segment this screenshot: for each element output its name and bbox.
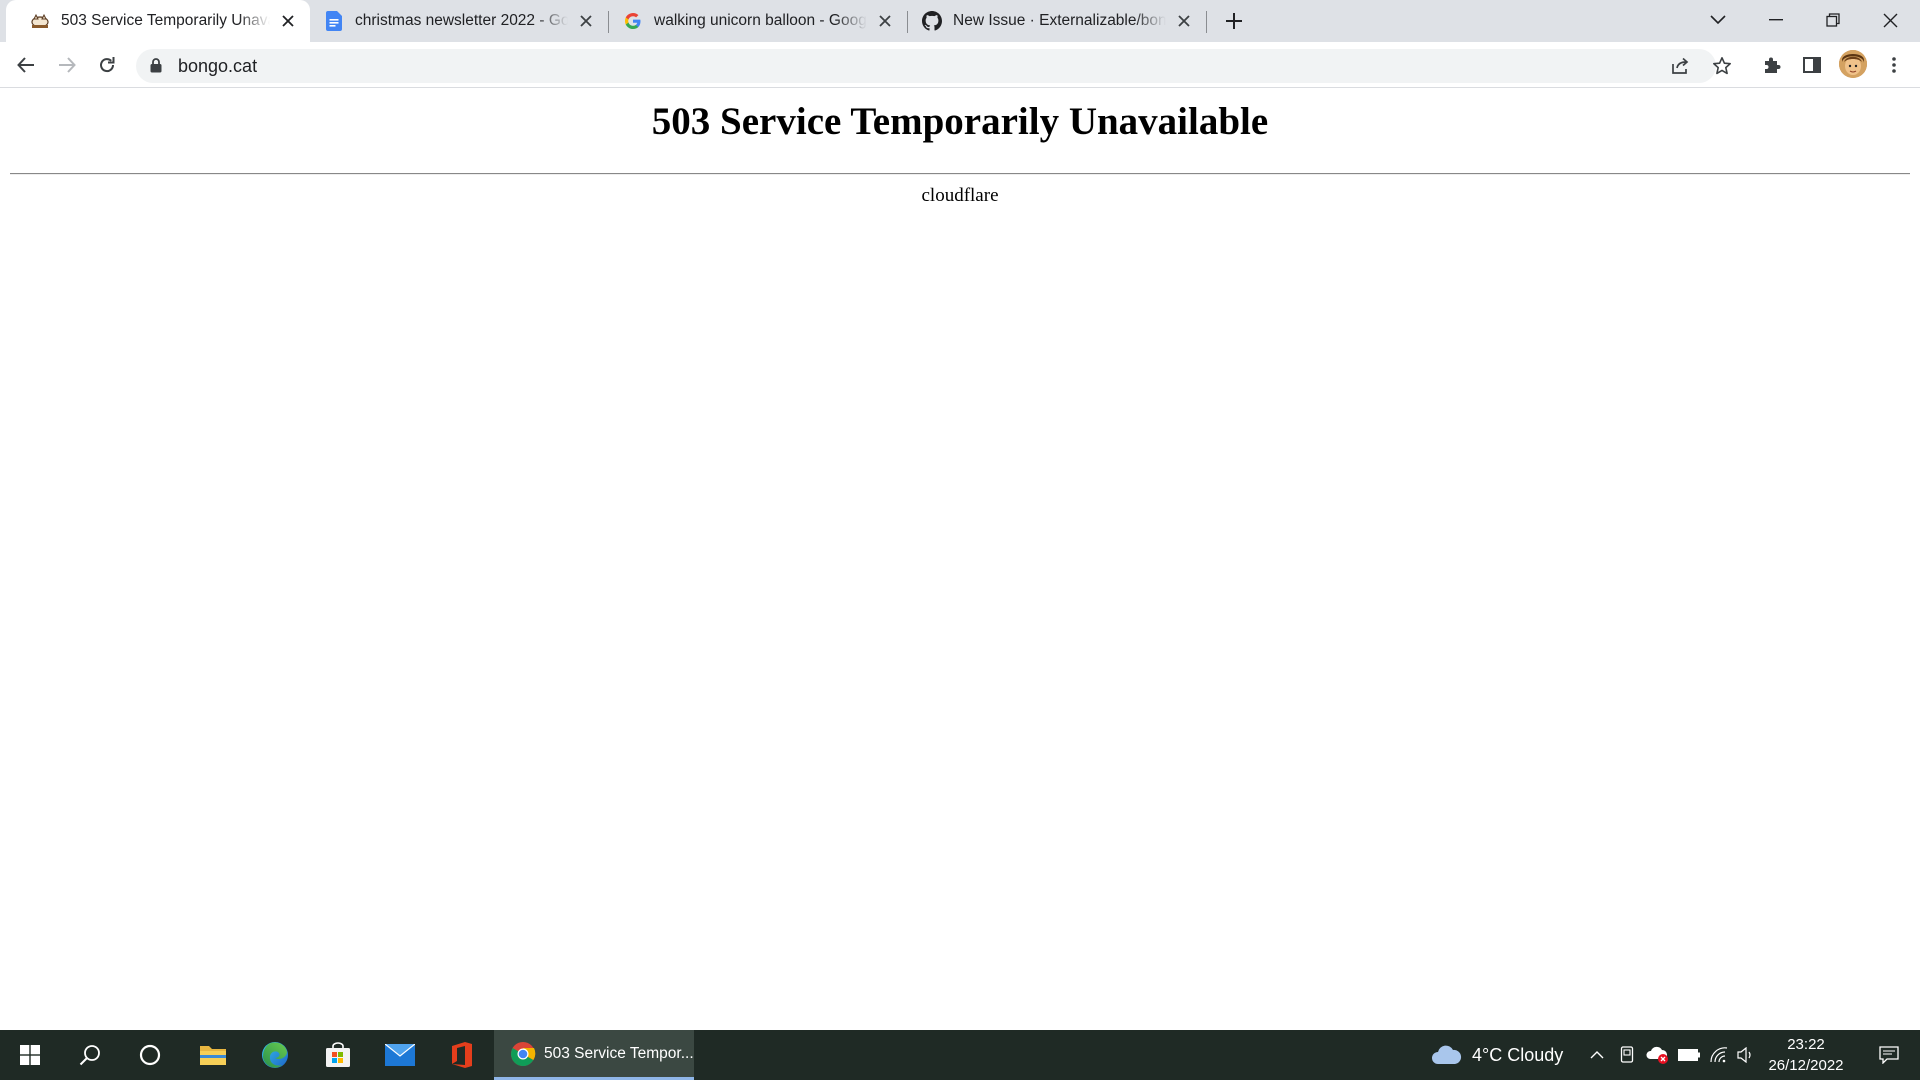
clock-date: 26/12/2022 [1768,1057,1844,1074]
google-icon [623,11,643,31]
meet-now-icon[interactable] [1612,1030,1642,1080]
bookmark-star-icon[interactable] [1709,53,1735,79]
microsoft-store-icon[interactable] [308,1030,368,1080]
close-tab-icon[interactable] [278,11,298,31]
mail-icon[interactable] [370,1030,430,1080]
tab-title: 503 Service Temporarily Unavailable [61,12,270,29]
windows-taskbar: 503 Service Tempor... 4°C Cloudy 23:22 2… [0,1030,1920,1080]
forward-button[interactable] [52,50,82,80]
profile-avatar[interactable] [1839,50,1867,78]
tab-503-service[interactable]: 503 Service Temporarily Unavailable [6,0,310,42]
github-icon [922,11,942,31]
browser-toolbar: bongo.cat [0,42,1920,88]
show-hidden-icons-chevron-icon[interactable] [1582,1030,1612,1080]
close-tab-icon[interactable] [1174,11,1194,31]
windows-start-icon[interactable] [0,1030,60,1080]
page-content: 503 Service Temporarily Unavailable clou… [0,89,1920,1030]
wifi-icon[interactable] [1704,1030,1734,1080]
share-icon[interactable] [1668,53,1694,79]
notifications-icon[interactable] [1858,1030,1920,1080]
menu-kebab-icon[interactable] [1879,50,1909,80]
horizontal-rule [10,173,1910,175]
close-tab-icon[interactable] [576,11,596,31]
search-icon[interactable] [60,1030,120,1080]
tab-search-button[interactable] [1690,0,1746,40]
tab-christmas-newsletter[interactable]: christmas newsletter 2022 - Google Docs [310,0,608,42]
close-window-button[interactable] [1862,0,1918,40]
tab-new-issue[interactable]: New Issue · Externalizable/bongo.cat [908,0,1206,42]
office-icon[interactable] [432,1030,492,1080]
page-title: 503 Service Temporarily Unavailable [651,100,1269,143]
volume-icon[interactable] [1732,1030,1760,1080]
tab-strip: 503 Service Temporarily Unavailable chri… [0,0,1920,42]
minimize-button[interactable] [1748,0,1804,40]
tab-title: walking unicorn balloon - Google Search [654,12,867,29]
tab-title: christmas newsletter 2022 - Google Docs [355,12,568,29]
chrome-icon [510,1041,536,1067]
lock-icon[interactable] [150,58,162,78]
server-name: cloudflare [921,185,999,206]
tab-title: New Issue · Externalizable/bongo.cat [953,12,1166,29]
tab-walking-unicorn[interactable]: walking unicorn balloon - Google Search [609,0,907,42]
side-panel-icon[interactable] [1797,50,1827,80]
cloud-icon [1430,1044,1462,1066]
new-tab-button[interactable] [1222,9,1246,33]
tab-separator [1206,11,1207,33]
close-tab-icon[interactable] [875,11,895,31]
address-bar[interactable]: bongo.cat [136,49,1731,83]
extensions-puzzle-icon[interactable] [1757,50,1787,80]
bongo-cat-icon [30,11,50,31]
back-button[interactable] [11,50,41,80]
restore-button[interactable] [1805,0,1861,40]
weather-widget[interactable]: 4°C Cloudy [1430,1030,1563,1080]
url-text[interactable]: bongo.cat [178,56,257,77]
cortana-circle-icon[interactable] [120,1030,180,1080]
reload-button[interactable] [92,50,122,80]
taskbar-clock[interactable]: 23:22 26/12/2022 [1758,1034,1854,1076]
google-docs-icon [324,11,344,31]
battery-icon[interactable] [1674,1030,1704,1080]
weather-text: 4°C Cloudy [1472,1044,1564,1065]
clock-time: 23:22 [1787,1036,1825,1053]
taskbar-app-label: 503 Service Tempor... [544,1044,694,1062]
taskbar-chrome-app[interactable]: 503 Service Tempor... [494,1030,694,1080]
file-explorer-icon[interactable] [183,1030,243,1080]
onedrive-error-icon[interactable] [1642,1030,1674,1080]
edge-browser-icon[interactable] [245,1030,305,1080]
